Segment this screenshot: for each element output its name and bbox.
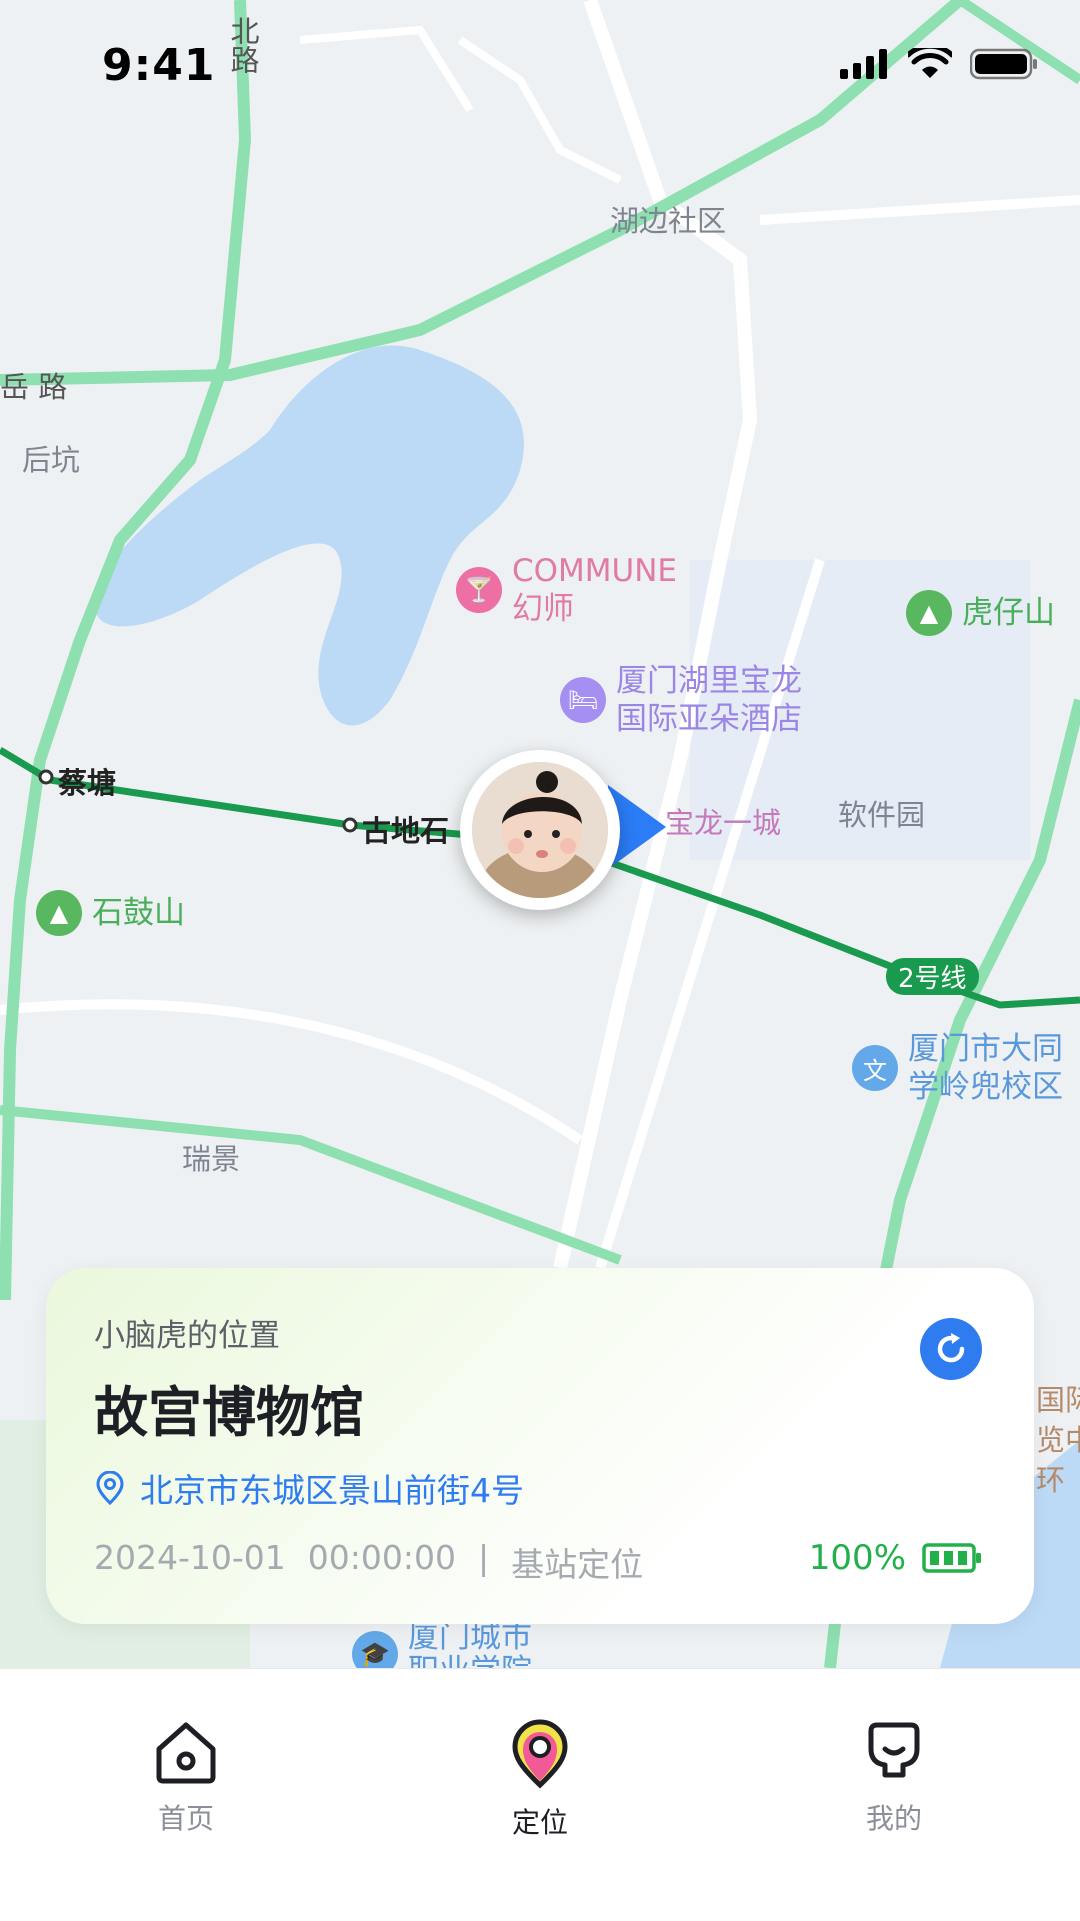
cocktail-icon: 🍸 [456,567,502,613]
location-method: 基站定位 [511,1545,644,1584]
battery-icon [922,1543,981,1573]
status-bar: 9:41 [0,0,1080,130]
profile-icon [868,1722,920,1778]
device-battery: 100% [809,1538,982,1578]
map-label-ruijing: 瑞景 [182,1142,241,1176]
tab-home-label: 首页 [157,1802,214,1835]
poi-huzaishan[interactable]: ▲ 虎仔山 [906,590,1055,636]
map-label-gudishi: 古地石 [362,814,450,848]
location-pin-icon [512,1719,568,1789]
refresh-icon [937,1333,965,1363]
refresh-button[interactable] [920,1318,982,1380]
map-label-houkeng: 后坑 [22,443,81,477]
tab-location[interactable]: 定位 [440,1719,640,1841]
address-row: 北京市东城区景山前街4号 [94,1464,524,1512]
location-time: 00:00:00 [307,1538,456,1577]
avatar-ring [460,750,620,910]
status-icons [840,48,1038,80]
metro-line-badge: 2号线 [886,958,979,995]
battery-status-icon [970,48,1037,80]
avatar [472,762,608,898]
location-date: 2024-10-01 [94,1538,286,1577]
address-text: 北京市东城区景山前街4号 [140,1471,524,1510]
poi-hotel[interactable]: 🛏 厦门湖里宝龙 国际亚朵酒店 [560,662,802,738]
battery-percent: 100% [808,1538,906,1578]
tab-home[interactable]: 首页 [86,1719,286,1837]
map-label-hubian: 湖边社区 [610,204,727,238]
tab-profile[interactable]: 我的 [794,1719,994,1837]
tab-location-label: 定位 [511,1806,568,1839]
map-label-caitang: 蔡塘 [58,766,117,800]
map-label-right-edge: 国际 览中 环 [1036,1383,1080,1497]
home-icon [156,1722,216,1784]
map-pin-icon [96,1471,124,1505]
tab-profile-label: 我的 [865,1802,922,1835]
mountain-icon: ▲ [36,890,82,936]
location-title: 故宫博物馆 [94,1381,364,1444]
card-subtitle: 小脑虎的位置 [94,1318,280,1354]
bottom-tab-bar: 首页 定位 我的 [0,1668,1080,1921]
poi-school[interactable]: 文 厦门市大同 学岭兜校区 [852,1030,1063,1106]
location-card[interactable]: 小脑虎的位置 故宫博物馆 北京市东城区景山前街4号 2024-10-01 00:… [46,1268,1034,1624]
school-icon: 文 [852,1045,898,1091]
poi-shigushan[interactable]: ▲ 石鼓山 [36,890,185,936]
child-location-marker[interactable] [460,750,666,925]
map-label-road-left: 岳 路 [0,370,68,404]
mountain-icon: ▲ [906,590,952,636]
location-meta: 2024-10-01 00:00:00 | 基站定位 [94,1538,643,1586]
poi-commune[interactable]: 🍸 COMMUNE 幻师 [456,552,677,628]
status-time: 9:41 [102,40,216,91]
wifi-icon [908,48,952,78]
hotel-icon: 🛏 [560,677,606,723]
map-label-baolong: 宝龙一城 [665,806,782,840]
meta-separator: | [478,1538,490,1577]
signal-icon [840,49,887,79]
map-label-ruanjianyuan: 软件园 [838,798,926,832]
